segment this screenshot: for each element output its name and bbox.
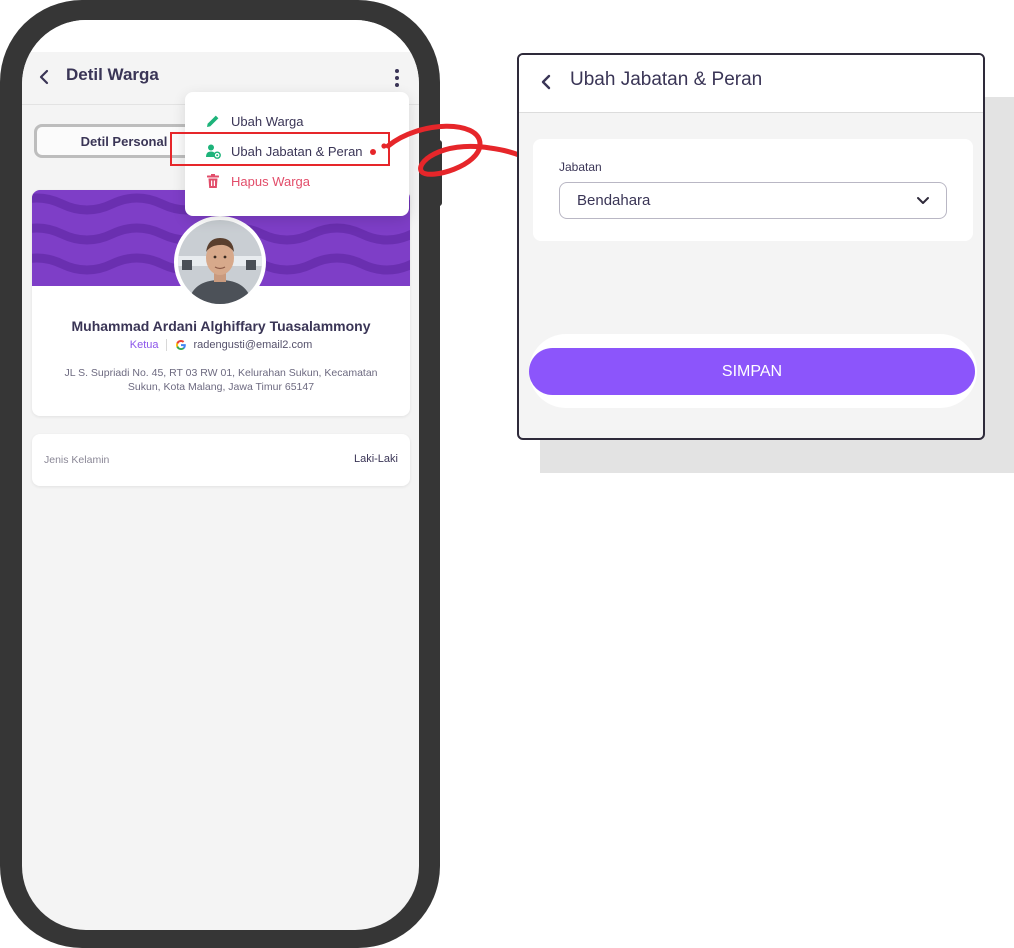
jabatan-label: Jabatan	[559, 160, 602, 174]
email-text: radengusti@email2.com	[193, 339, 313, 351]
role-badge: Ketua	[129, 339, 159, 351]
jabatan-field-card: Jabatan Bendahara	[533, 139, 973, 241]
select-value: Bendahara	[577, 192, 651, 209]
save-button-container: SIMPAN	[529, 334, 977, 408]
menu-item-label: Hapus Warga	[231, 173, 310, 189]
pencil-icon	[207, 115, 219, 127]
divider	[166, 339, 168, 351]
address-text: JL S. Supriadi No. 45, RT 03 RW 01, Kelu…	[64, 367, 378, 393]
save-button[interactable]: SIMPAN	[529, 348, 975, 395]
tab-label: Detil Personal	[80, 133, 168, 149]
google-icon	[176, 340, 187, 350]
chevron-down-icon	[917, 197, 929, 204]
trash-icon	[207, 174, 219, 188]
more-vertical-icon[interactable]	[390, 66, 404, 90]
edit-role-screen: Ubah Jabatan & Peran Jabatan Bendahara S…	[517, 53, 985, 440]
back-arrow-icon[interactable]	[539, 71, 553, 93]
menu-item-label: Ubah Warga	[231, 113, 304, 129]
gender-value: Laki-Laki	[353, 453, 398, 465]
gender-card: Jenis Kelamin Laki-Laki	[32, 434, 410, 486]
menu-item-ubah-warga[interactable]: Ubah Warga	[205, 110, 304, 132]
back-arrow-icon[interactable]	[36, 66, 52, 88]
menu-item-hapus-warga[interactable]: Hapus Warga	[205, 170, 310, 192]
profile-meta: Ketua radengusti@email2.com	[32, 339, 410, 351]
profile-card: Muhammad Ardani Alghiffary Tuasalammony …	[32, 190, 410, 416]
page-title: Detil Warga	[66, 65, 159, 84]
panel-title: Ubah Jabatan & Peran	[570, 69, 763, 90]
phone-side-button	[0, 118, 6, 208]
jabatan-select[interactable]: Bendahara	[559, 182, 947, 219]
profile-name: Muhammad Ardani Alghiffary Tuasalammony	[71, 318, 371, 334]
avatar	[174, 216, 266, 308]
panel-header: Ubah Jabatan & Peran	[519, 55, 983, 113]
highlight-box	[170, 132, 390, 166]
gender-label: Jenis Kelamin	[44, 454, 110, 466]
status-area	[22, 20, 419, 52]
